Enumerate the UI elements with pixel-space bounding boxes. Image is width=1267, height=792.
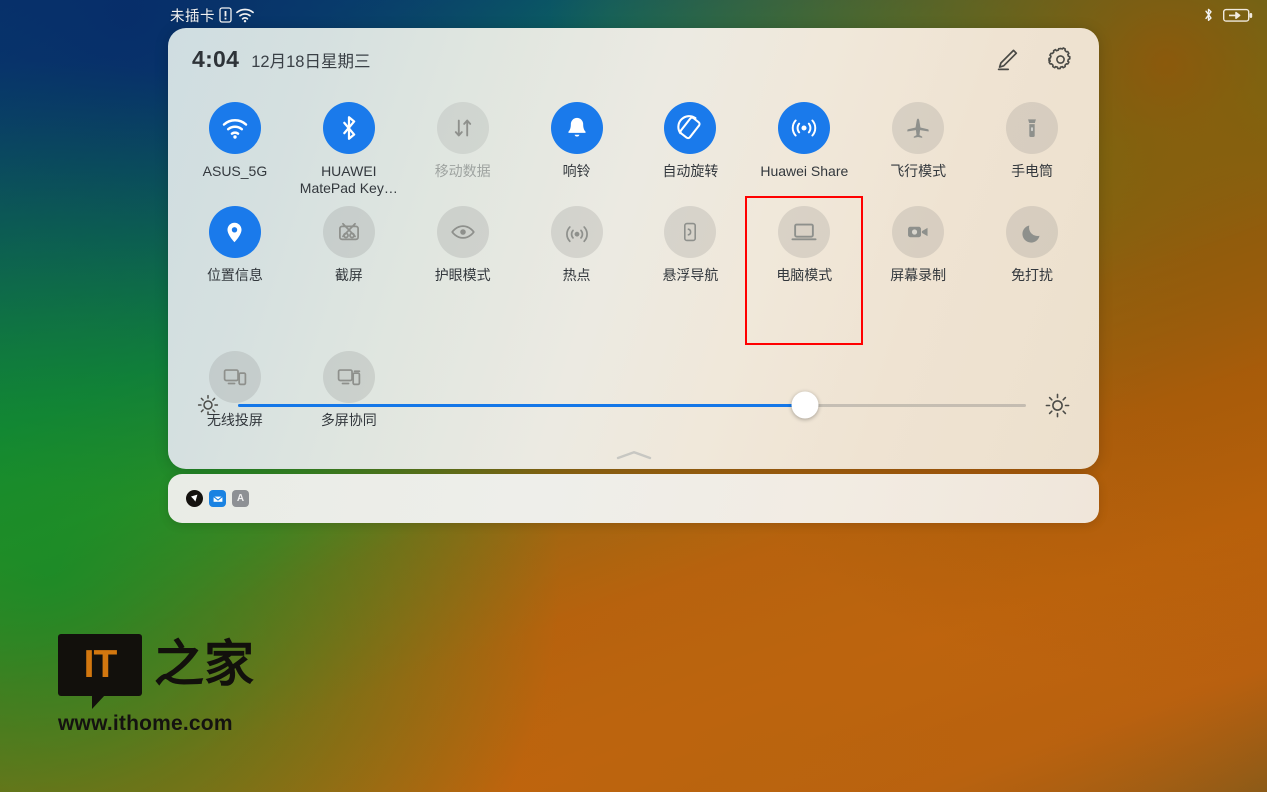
brightness-slider-thumb[interactable] [791,391,819,419]
moon-icon [1006,206,1059,258]
status-bar-right [1203,7,1253,23]
location-pin-icon [208,206,261,258]
notification-shade-card[interactable]: A [168,474,1099,523]
airplane-icon [892,102,945,154]
status-bar: 未插卡 [0,0,1267,30]
clock-date: 12月18日星期三 [251,52,371,71]
mobile-data-icon [436,102,489,154]
bluetooth-icon [1203,7,1214,23]
quick-toggle-免打扰[interactable]: 免打扰 [975,198,1089,302]
quick-toggle-护眼模式[interactable]: 护眼模式 [406,198,520,302]
ithome-watermark: IT 之家 www.ithome.com [58,634,254,736]
quick-toggle-Huawei Share[interactable]: Huawei Share [747,94,861,198]
quick-toggle-label: 响铃 [562,163,591,179]
app-blue-icon[interactable] [209,490,226,507]
quick-toggle-label: 热点 [562,267,591,283]
screenshot-icon [322,206,375,258]
brightness-high-icon [1044,392,1071,419]
quick-toggle-label: 飞行模式 [890,163,947,179]
carrier-label: 未插卡 [170,8,215,25]
pencil-icon[interactable] [992,45,1020,73]
quick-toggle-位置信息[interactable]: 位置信息 [178,198,292,302]
sim-missing-icon [219,7,232,23]
panel-header-actions [992,45,1075,74]
brightness-slider-fill [238,403,806,407]
watermark-logo-cn: 之家 [154,635,254,693]
quick-toggle-截屏[interactable]: 截屏 [292,198,406,302]
status-bar-left: 未插卡 [170,5,254,26]
quick-toggle-label: 护眼模式 [434,267,491,283]
bluetooth-icon [322,102,375,154]
quick-toggle-屏幕录制[interactable]: 屏幕录制 [861,198,975,302]
watermark-logo-row: IT 之家 [58,634,254,709]
eye-comfort-icon [436,206,489,258]
brightness-slider-row [168,383,1099,427]
floating-nav-icon [664,206,717,258]
control-center-panel: 4:04 12月18日星期三 ASUS_5G HUAWEI MatePad Ke… [168,28,1099,469]
quick-toggle-移动数据: 移动数据 [406,94,520,198]
watermark-logo-text: IT [83,643,118,686]
watermark-logo-badge: IT [58,634,142,709]
quick-toggle-热点[interactable]: 热点 [520,198,634,302]
device-screen: 未插卡 4:04 12月18日星期三 ASUS_5G HUAWEI MatePa… [0,0,1267,792]
clock-time: 4:04 [192,45,240,72]
gear-icon[interactable] [1046,45,1075,74]
app-black-icon[interactable] [186,490,203,507]
panel-collapse-handle[interactable] [611,447,657,463]
quick-toggle-label: ASUS_5G [202,163,268,179]
hotspot-icon [550,206,603,258]
clock-block: 4:04 12月18日星期三 [192,46,370,73]
quick-toggle-label: HUAWEI MatePad Key… [299,163,398,196]
quick-toggle-HUAWEI[interactable]: HUAWEI MatePad Key… [292,94,406,198]
chevron-up-icon [616,451,651,460]
quick-toggle-label: 移动数据 [434,163,491,179]
quick-toggle-label: 屏幕录制 [890,267,947,283]
quick-toggle-label: 截屏 [334,267,363,283]
battery-charging-icon [1223,8,1253,23]
laptop-icon [778,206,831,258]
quick-toggle-label: 悬浮导航 [662,267,719,283]
quick-toggle-电脑模式[interactable]: 电脑模式 [745,196,864,345]
screen-record-icon [892,206,945,258]
quick-toggle-ASUS_5G[interactable]: ASUS_5G [178,94,292,198]
quick-toggle-label: 免打扰 [1011,267,1054,283]
huawei-share-icon [778,102,831,154]
panel-header: 4:04 12月18日星期三 [168,28,1099,90]
watermark-url: www.ithome.com [58,712,233,735]
quick-toggle-悬浮导航[interactable]: 悬浮导航 [634,198,748,302]
quick-toggle-响铃[interactable]: 响铃 [520,94,634,198]
wifi-icon [208,102,261,154]
quick-toggle-label: 手电筒 [1011,163,1054,179]
flashlight-icon [1006,102,1059,154]
brightness-low-icon [196,393,220,417]
quick-toggle-label: Huawei Share [760,163,849,179]
quick-toggle-label: 自动旋转 [662,163,719,179]
brightness-slider[interactable] [238,391,1026,419]
quick-toggle-飞行模式[interactable]: 飞行模式 [861,94,975,198]
app-letter-a-icon[interactable]: A [232,490,249,507]
quick-toggle-自动旋转[interactable]: 自动旋转 [634,94,748,198]
wifi-icon [236,8,254,23]
quick-toggle-label: 电脑模式 [776,267,833,283]
bell-icon [550,102,603,154]
quick-toggle-手电筒[interactable]: 手电筒 [975,94,1089,198]
quick-toggle-label: 位置信息 [206,267,263,283]
auto-rotate-icon [664,102,717,154]
